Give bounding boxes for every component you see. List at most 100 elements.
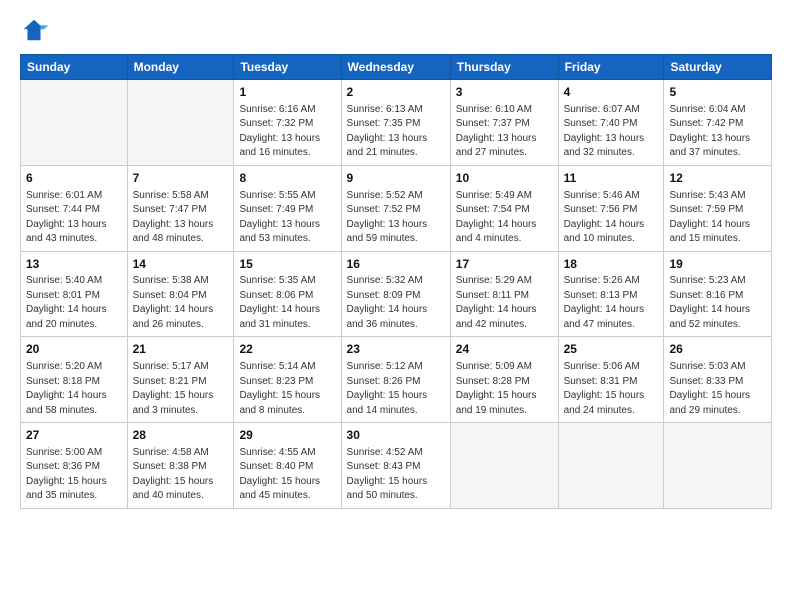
day-info: Sunrise: 5:26 AM Sunset: 8:13 PM Dayligh… [564,274,659,332]
day-info: Sunrise: 5:38 AM Sunset: 8:04 PM Dayligh… [133,274,229,332]
day-number: 12 [669,170,766,187]
calendar-cell: 12 Sunrise: 5:43 AM Sunset: 7:59 PM Dayli… [664,165,772,251]
calendar-cell: 30Sunrise: 4:52 AM Sunset: 8:43 PM Dayli… [341,423,450,509]
day-number: 27 [26,427,122,444]
day-header-sunday: Sunday [21,55,128,80]
day-number: 15 [239,256,335,273]
day-header-friday: Friday [558,55,664,80]
day-number: 25 [564,341,659,358]
day-info: Sunrise: 6:01 AM Sunset: 7:44 PM Dayligh… [26,189,122,247]
day-info: Sunrise: 4:52 AM Sunset: 8:43 PM Dayligh… [347,446,445,504]
day-info: Sunrise: 6:04 AM Sunset: 7:42 PM Dayligh… [669,103,766,161]
calendar-cell [558,423,664,509]
calendar-cell: 1 Sunrise: 6:16 AM Sunset: 7:32 PM Daylig… [234,80,341,166]
calendar-cell: 18Sunrise: 5:26 AM Sunset: 8:13 PM Dayli… [558,251,664,337]
day-number: 17 [456,256,553,273]
day-header-tuesday: Tuesday [234,55,341,80]
day-info: Sunrise: 5:35 AM Sunset: 8:06 PM Dayligh… [239,274,335,332]
day-number: 18 [564,256,659,273]
day-number: 10 [456,170,553,187]
day-header-thursday: Thursday [450,55,558,80]
day-number: 26 [669,341,766,358]
calendar-cell: 23 Sunrise: 5:12 AM Sunset: 8:26 PM Dayli… [341,337,450,423]
calendar-cell: 10 Sunrise: 5:49 AM Sunset: 7:54 PM Dayli… [450,165,558,251]
calendar-cell: 21 Sunrise: 5:17 AM Sunset: 8:21 PM Dayli… [127,337,234,423]
calendar-cell: 3 Sunrise: 6:10 AM Sunset: 7:37 PM Daylig… [450,80,558,166]
day-number: 16 [347,256,445,273]
calendar-page: SundayMondayTuesdayWednesdayThursdayFrid… [0,0,792,612]
day-info: Sunrise: 5:03 AM Sunset: 8:33 PM Dayligh… [669,360,766,418]
day-info: Sunrise: 5:49 AM Sunset: 7:54 PM Dayligh… [456,189,553,247]
calendar-cell [21,80,128,166]
calendar-week-4: 20 Sunrise: 5:20 AM Sunset: 8:18 PM Dayli… [21,337,772,423]
day-info: Sunrise: 6:07 AM Sunset: 7:40 PM Dayligh… [564,103,659,161]
calendar-cell: 9Sunrise: 5:52 AM Sunset: 7:52 PM Daylig… [341,165,450,251]
day-info: Sunrise: 6:10 AM Sunset: 7:37 PM Dayligh… [456,103,553,161]
logo [20,16,52,44]
day-info: Sunrise: 6:13 AM Sunset: 7:35 PM Dayligh… [347,103,445,161]
calendar-week-3: 13Sunrise: 5:40 AM Sunset: 8:01 PM Dayli… [21,251,772,337]
day-info: Sunrise: 5:55 AM Sunset: 7:49 PM Dayligh… [239,189,335,247]
calendar-cell: 14Sunrise: 5:38 AM Sunset: 8:04 PM Dayli… [127,251,234,337]
day-number: 7 [133,170,229,187]
day-info: Sunrise: 5:32 AM Sunset: 8:09 PM Dayligh… [347,274,445,332]
calendar-cell [664,423,772,509]
calendar-cell: 13Sunrise: 5:40 AM Sunset: 8:01 PM Dayli… [21,251,128,337]
calendar-cell: 29Sunrise: 4:55 AM Sunset: 8:40 PM Dayli… [234,423,341,509]
day-number: 22 [239,341,335,358]
day-info: Sunrise: 5:17 AM Sunset: 8:21 PM Dayligh… [133,360,229,418]
calendar-cell: 5 Sunrise: 6:04 AM Sunset: 7:42 PM Daylig… [664,80,772,166]
day-info: Sunrise: 5:52 AM Sunset: 7:52 PM Dayligh… [347,189,445,247]
day-number: 14 [133,256,229,273]
day-number: 20 [26,341,122,358]
day-number: 19 [669,256,766,273]
day-info: Sunrise: 5:14 AM Sunset: 8:23 PM Dayligh… [239,360,335,418]
calendar-cell: 24 Sunrise: 5:09 AM Sunset: 8:28 PM Dayli… [450,337,558,423]
day-info: Sunrise: 5:43 AM Sunset: 7:59 PM Dayligh… [669,189,766,247]
day-number: 8 [239,170,335,187]
calendar-cell [127,80,234,166]
calendar-cell: 7 Sunrise: 5:58 AM Sunset: 7:47 PM Daylig… [127,165,234,251]
day-number: 29 [239,427,335,444]
calendar-cell: 11 Sunrise: 5:46 AM Sunset: 7:56 PM Dayli… [558,165,664,251]
day-info: Sunrise: 5:40 AM Sunset: 8:01 PM Dayligh… [26,274,122,332]
day-info: Sunrise: 5:20 AM Sunset: 8:18 PM Dayligh… [26,360,122,418]
day-info: Sunrise: 5:23 AM Sunset: 8:16 PM Dayligh… [669,274,766,332]
day-info: Sunrise: 6:16 AM Sunset: 7:32 PM Dayligh… [239,103,335,161]
day-number: 24 [456,341,553,358]
calendar-cell: 6Sunrise: 6:01 AM Sunset: 7:44 PM Daylig… [21,165,128,251]
day-info: Sunrise: 5:06 AM Sunset: 8:31 PM Dayligh… [564,360,659,418]
day-info: Sunrise: 5:46 AM Sunset: 7:56 PM Dayligh… [564,189,659,247]
calendar-header-row: SundayMondayTuesdayWednesdayThursdayFrid… [21,55,772,80]
day-number: 23 [347,341,445,358]
day-info: Sunrise: 5:00 AM Sunset: 8:36 PM Dayligh… [26,446,122,504]
calendar-cell: 17Sunrise: 5:29 AM Sunset: 8:11 PM Dayli… [450,251,558,337]
day-header-saturday: Saturday [664,55,772,80]
day-number: 28 [133,427,229,444]
calendar-cell: 26 Sunrise: 5:03 AM Sunset: 8:33 PM Dayli… [664,337,772,423]
day-info: Sunrise: 4:58 AM Sunset: 8:38 PM Dayligh… [133,446,229,504]
calendar-cell: 16Sunrise: 5:32 AM Sunset: 8:09 PM Dayli… [341,251,450,337]
day-info: Sunrise: 5:12 AM Sunset: 8:26 PM Dayligh… [347,360,445,418]
calendar-week-2: 6Sunrise: 6:01 AM Sunset: 7:44 PM Daylig… [21,165,772,251]
calendar-cell: 19Sunrise: 5:23 AM Sunset: 8:16 PM Dayli… [664,251,772,337]
calendar-week-5: 27 Sunrise: 5:00 AM Sunset: 8:36 PM Dayli… [21,423,772,509]
day-info: Sunrise: 5:58 AM Sunset: 7:47 PM Dayligh… [133,189,229,247]
calendar-cell [450,423,558,509]
day-info: Sunrise: 5:09 AM Sunset: 8:28 PM Dayligh… [456,360,553,418]
day-header-monday: Monday [127,55,234,80]
day-number: 11 [564,170,659,187]
day-number: 1 [239,84,335,101]
calendar-cell: 15Sunrise: 5:35 AM Sunset: 8:06 PM Dayli… [234,251,341,337]
day-number: 5 [669,84,766,101]
calendar-cell: 25 Sunrise: 5:06 AM Sunset: 8:31 PM Dayli… [558,337,664,423]
calendar-cell: 27 Sunrise: 5:00 AM Sunset: 8:36 PM Dayli… [21,423,128,509]
calendar-week-1: 1 Sunrise: 6:16 AM Sunset: 7:32 PM Daylig… [21,80,772,166]
day-number: 21 [133,341,229,358]
header [20,16,772,44]
calendar-cell: 20 Sunrise: 5:20 AM Sunset: 8:18 PM Dayli… [21,337,128,423]
day-number: 3 [456,84,553,101]
calendar-cell: 8 Sunrise: 5:55 AM Sunset: 7:49 PM Daylig… [234,165,341,251]
day-number: 2 [347,84,445,101]
calendar-cell: 2 Sunrise: 6:13 AM Sunset: 7:35 PM Daylig… [341,80,450,166]
